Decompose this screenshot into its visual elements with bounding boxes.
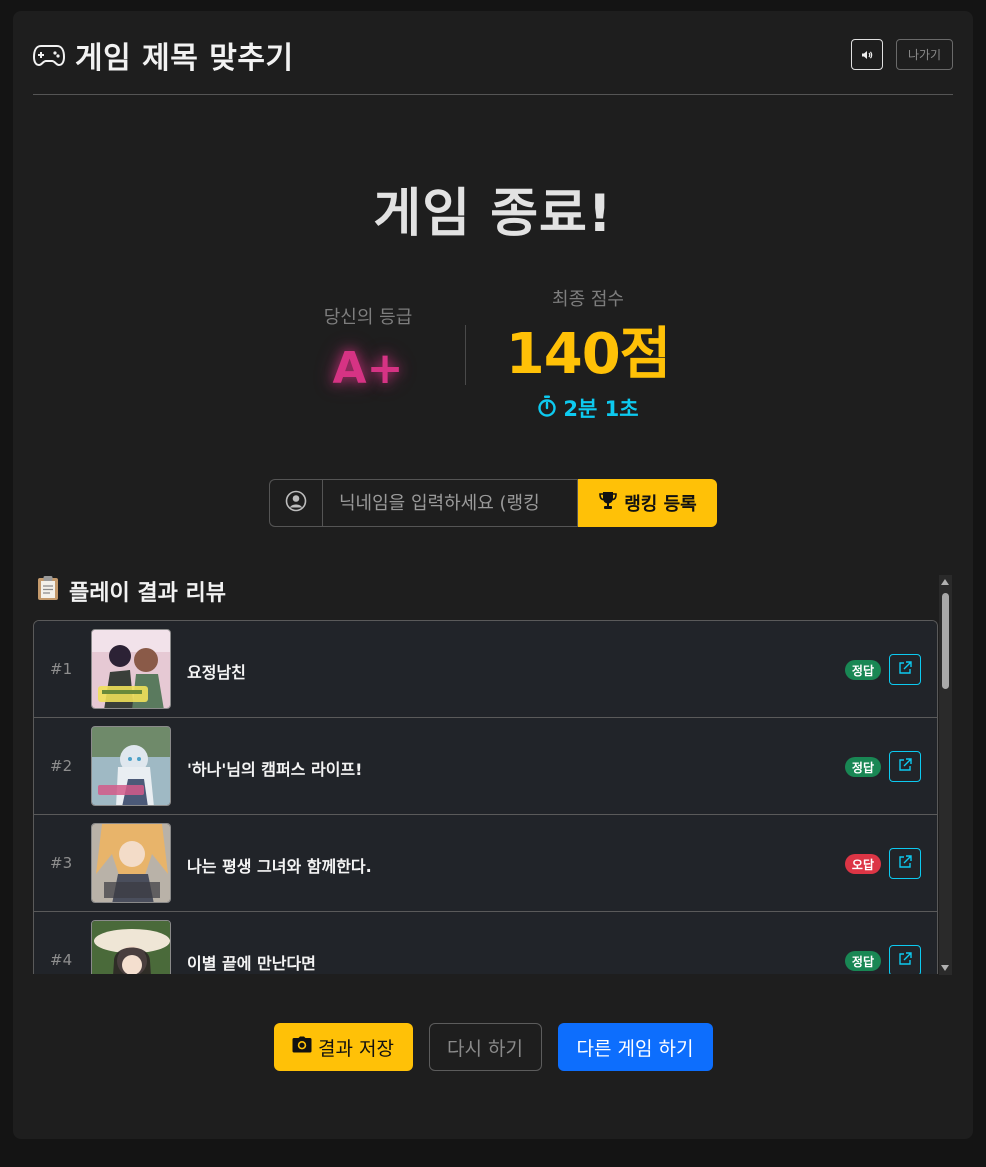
ranking-form: 랭킹 등록 [269,479,717,527]
cover-thumbnail [91,726,171,806]
camera-icon [292,1036,312,1058]
external-link-icon [897,660,913,680]
review-list[interactable]: #1 요정남친 정답 #2 '하나'님의 캠퍼스 라이프! 정답 #3 나는 평… [33,620,938,974]
item-number: #4 [50,951,73,969]
status-badge: 정답 [844,660,881,680]
external-link-icon [897,951,913,971]
item-title: 이별 끝에 만난다면 [187,954,316,973]
item-title: '하나'님의 캠퍼스 라이프! [187,760,363,779]
grade-block: 당신의 등급 A+ [293,303,443,394]
nickname-input[interactable] [322,479,578,527]
list-item: #1 요정남친 정답 [34,621,937,718]
cover-thumbnail [91,823,171,903]
list-item: #2 '하나'님의 캠퍼스 라이프! 정답 [34,718,937,815]
clipboard-icon [37,575,59,607]
external-link-button[interactable] [889,751,921,782]
item-number: #3 [50,854,73,872]
external-link-button[interactable] [889,654,921,685]
other-game-button[interactable]: 다른 게임 하기 [557,1023,713,1071]
item-title: 요정남친 [187,663,246,682]
app-title: 게임 제목 맞추기 [33,33,294,77]
user-prefix [269,479,322,527]
item-number: #1 [50,660,73,678]
scroll-up-arrow[interactable] [941,579,949,585]
gamepad-icon [33,43,65,67]
elapsed-time: 2분 1초 [493,393,683,423]
header-actions: 나가기 [851,39,953,70]
external-link-icon [897,757,913,777]
external-link-button[interactable] [889,945,921,974]
grade-label: 당신의 등급 [323,307,413,328]
exit-button[interactable]: 나가기 [896,39,953,70]
list-item: #4 이별 끝에 만난다면 정답 [34,912,937,974]
status-badge: 오답 [844,854,881,874]
time-value: 2분 1초 [563,397,639,421]
save-result-label: 결과 저장 [318,1037,394,1060]
result-card: 게임 제목 맞추기 나가기 게임 종료! 당신의 등급 A+ 최종 점수 140… [13,11,973,1139]
stopwatch-icon [537,395,557,422]
cover-thumbnail [91,920,171,974]
status-badge: 정답 [844,951,881,971]
sound-toggle-button[interactable] [851,39,883,70]
external-link-icon [897,854,913,874]
score-block: 최종 점수 140점 2분 1초 [493,285,683,423]
result-title: 게임 종료! [373,184,613,244]
score-value: 140점 [505,322,671,387]
item-number: #2 [50,757,73,775]
user-circle-icon [285,490,307,516]
list-item: #3 나는 평생 그녀와 함께한다. 오답 [34,815,937,912]
retry-button[interactable]: 다시 하기 [428,1023,542,1071]
review-title: 플레이 결과 리뷰 [37,575,226,607]
ranking-register-label: 랭킹 등록 [624,494,697,515]
speaker-icon [861,45,873,64]
grade-value: A+ [332,343,404,394]
scroll-down-arrow[interactable] [941,965,949,971]
status-badge: 정답 [844,757,881,777]
ranking-register-button[interactable]: 랭킹 등록 [578,479,717,527]
review-scrollbar[interactable] [939,575,952,975]
stat-divider [465,325,466,385]
app-title-text: 게임 제목 맞추기 [75,41,294,76]
footer-buttons: 결과 저장 다시 하기 다른 게임 하기 [13,1023,973,1071]
score-label: 최종 점수 [552,289,624,310]
header: 게임 제목 맞추기 나가기 [33,11,953,95]
trophy-icon [598,491,618,515]
review-title-text: 플레이 결과 리뷰 [69,581,226,606]
scroll-thumb[interactable] [942,593,949,689]
external-link-button[interactable] [889,848,921,879]
cover-thumbnail [91,629,171,709]
save-result-button[interactable]: 결과 저장 [273,1023,413,1071]
item-title: 나는 평생 그녀와 함께한다. [187,857,372,876]
